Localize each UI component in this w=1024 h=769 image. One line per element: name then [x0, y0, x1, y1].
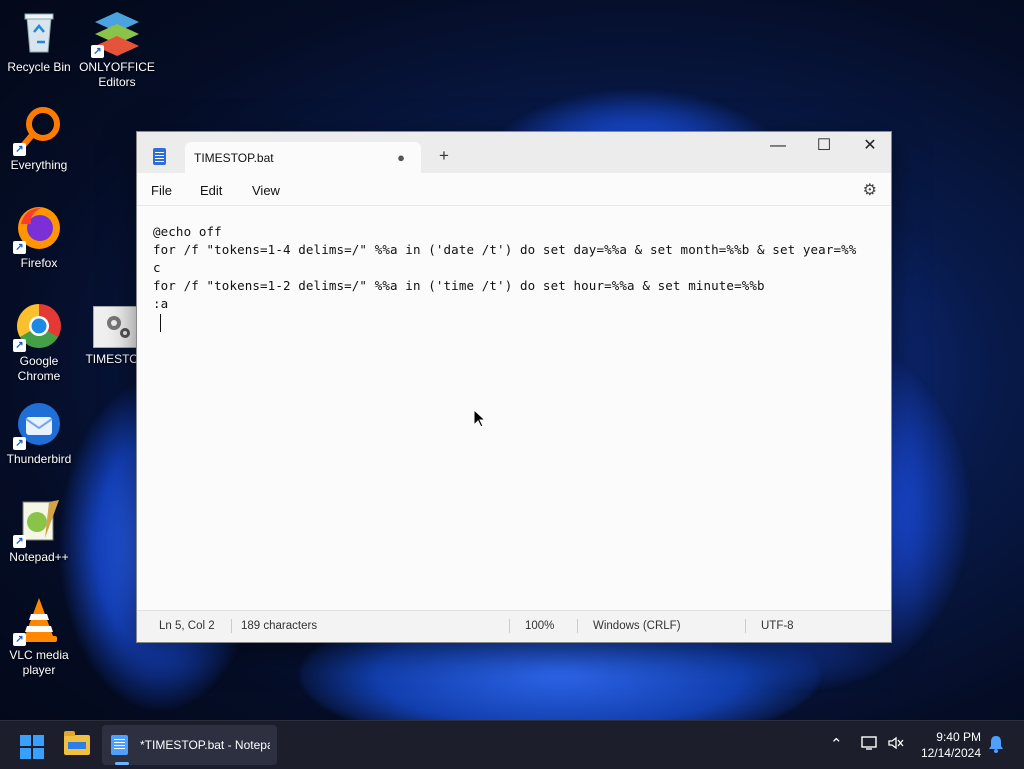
taskbar: *TIMESTOP.bat - Notepad ⌃ 9:40 PM 12/14/… — [0, 720, 1024, 769]
network-icon[interactable] — [861, 735, 879, 755]
status-character-count: 189 characters — [241, 620, 318, 632]
desktop-icon-vlc[interactable]: ↗ VLC media player — [1, 596, 77, 678]
clock-date: 12/14/2024 — [920, 746, 981, 760]
shortcut-arrow-icon: ↗ — [13, 339, 26, 352]
show-hidden-icons-chevron-icon[interactable]: ⌃ — [830, 735, 843, 753]
vlc-icon: ↗ — [13, 596, 63, 646]
settings-gear-icon[interactable]: ⚙ — [863, 180, 877, 200]
desktop-icon-label: Firefox — [20, 256, 58, 270]
maximize-button[interactable]: ☐ — [801, 132, 847, 162]
desktop-icon-label: Recycle Bin — [7, 60, 71, 74]
menu-edit[interactable]: Edit — [200, 183, 222, 198]
desktop-icon-onlyoffice[interactable]: ↗ ONLYOFFICE Editors — [79, 8, 155, 90]
editor-line: for /f "tokens=1-2 delims=/" %%a in ('ti… — [153, 278, 765, 293]
notepad-icon — [111, 735, 128, 755]
status-line-ending[interactable]: Windows (CRLF) — [593, 620, 681, 632]
start-button[interactable] — [20, 735, 44, 759]
thunderbird-icon: ↗ — [13, 400, 63, 450]
tab-timestop[interactable]: TIMESTOP.bat ● — [185, 142, 421, 173]
everything-search-icon: ↗ — [13, 106, 63, 156]
batch-file-icon — [93, 306, 139, 348]
windows-logo-tile — [20, 748, 31, 759]
status-zoom[interactable]: 100% — [525, 620, 554, 632]
status-encoding[interactable]: UTF-8 — [761, 620, 794, 632]
menu-bar: File Edit View ⚙ — [137, 173, 891, 206]
taskbar-app-label: *TIMESTOP.bat - Notepad — [140, 738, 270, 752]
shortcut-arrow-icon: ↗ — [13, 633, 26, 646]
mouse-pointer-icon — [474, 410, 486, 428]
onlyoffice-icon: ↗ — [91, 8, 141, 58]
shortcut-arrow-icon: ↗ — [13, 143, 26, 156]
status-divider — [509, 619, 510, 633]
clock-time: 9:40 PM — [936, 730, 981, 744]
taskbar-notepad-button[interactable]: *TIMESTOP.bat - Notepad — [102, 725, 277, 765]
title-bar[interactable]: TIMESTOP.bat ● + — ☐ ✕ — [137, 132, 891, 173]
recycle-bin-icon — [15, 8, 63, 56]
close-button[interactable]: ✕ — [847, 132, 893, 162]
minimize-button[interactable]: — — [755, 132, 801, 162]
notepadpp-icon: ↗ — [13, 498, 63, 548]
status-divider — [231, 619, 232, 633]
desktop-icon-label: Notepad++ — [9, 550, 69, 564]
new-tab-button[interactable]: + — [439, 147, 449, 165]
shortcut-arrow-icon: ↗ — [91, 45, 104, 58]
file-explorer-icon[interactable] — [64, 731, 90, 755]
menu-view[interactable]: View — [252, 183, 280, 198]
editor-line: c — [153, 260, 161, 275]
tab-title: TIMESTOP.bat — [194, 151, 274, 165]
desktop-icon-label: Thunderbird — [6, 452, 72, 466]
desktop-icon-label: Everything — [10, 158, 68, 172]
status-divider — [577, 619, 578, 633]
windows-logo-tile — [20, 735, 31, 746]
status-cursor-position: Ln 5, Col 2 — [159, 620, 215, 632]
windows-logo-tile — [33, 748, 44, 759]
volume-muted-icon[interactable] — [887, 735, 905, 755]
editor-line: :a — [153, 296, 169, 311]
windows-logo-tile — [33, 735, 44, 746]
notepad-window: TIMESTOP.bat ● + — ☐ ✕ File Edit View ⚙ … — [136, 131, 892, 643]
firefox-icon: ↗ — [13, 204, 63, 254]
editor-line: for /f "tokens=1-4 delims=/" %%a in ('da… — [153, 242, 857, 257]
unsaved-indicator-icon[interactable]: ● — [397, 150, 405, 165]
notepad-icon — [153, 148, 166, 165]
chrome-icon: ↗ — [13, 302, 63, 352]
status-bar: Ln 5, Col 2 189 characters 100% Windows … — [137, 610, 891, 642]
desktop-icon-everything[interactable]: ↗ Everything — [1, 106, 77, 173]
desktop-icon-recycle-bin[interactable]: Recycle Bin — [1, 8, 77, 75]
shortcut-arrow-icon: ↗ — [13, 437, 26, 450]
desktop-icon-label: VLC media player — [9, 648, 69, 677]
shortcut-arrow-icon: ↗ — [13, 241, 26, 254]
status-divider — [745, 619, 746, 633]
desktop-icon-notepadpp[interactable]: ↗ Notepad++ — [1, 498, 77, 565]
desktop-icon-label: Google Chrome — [17, 354, 61, 383]
desktop-icon-firefox[interactable]: ↗ Firefox — [1, 204, 77, 271]
system-clock[interactable]: 9:40 PM 12/14/2024 — [921, 729, 981, 761]
shortcut-arrow-icon: ↗ — [13, 535, 26, 548]
text-caret — [160, 314, 161, 332]
editor-line: @echo off — [153, 224, 222, 239]
notification-bell-icon[interactable] — [988, 735, 1004, 758]
desktop-icon-thunderbird[interactable]: ↗ Thunderbird — [1, 400, 77, 467]
text-editor[interactable]: @echo off for /f "tokens=1-4 delims=/" %… — [137, 206, 891, 611]
desktop-icon-google-chrome[interactable]: ↗ Google Chrome — [1, 302, 77, 384]
desktop-icon-label: ONLYOFFICE Editors — [79, 60, 155, 89]
active-indicator — [115, 762, 129, 765]
menu-file[interactable]: File — [151, 183, 172, 198]
